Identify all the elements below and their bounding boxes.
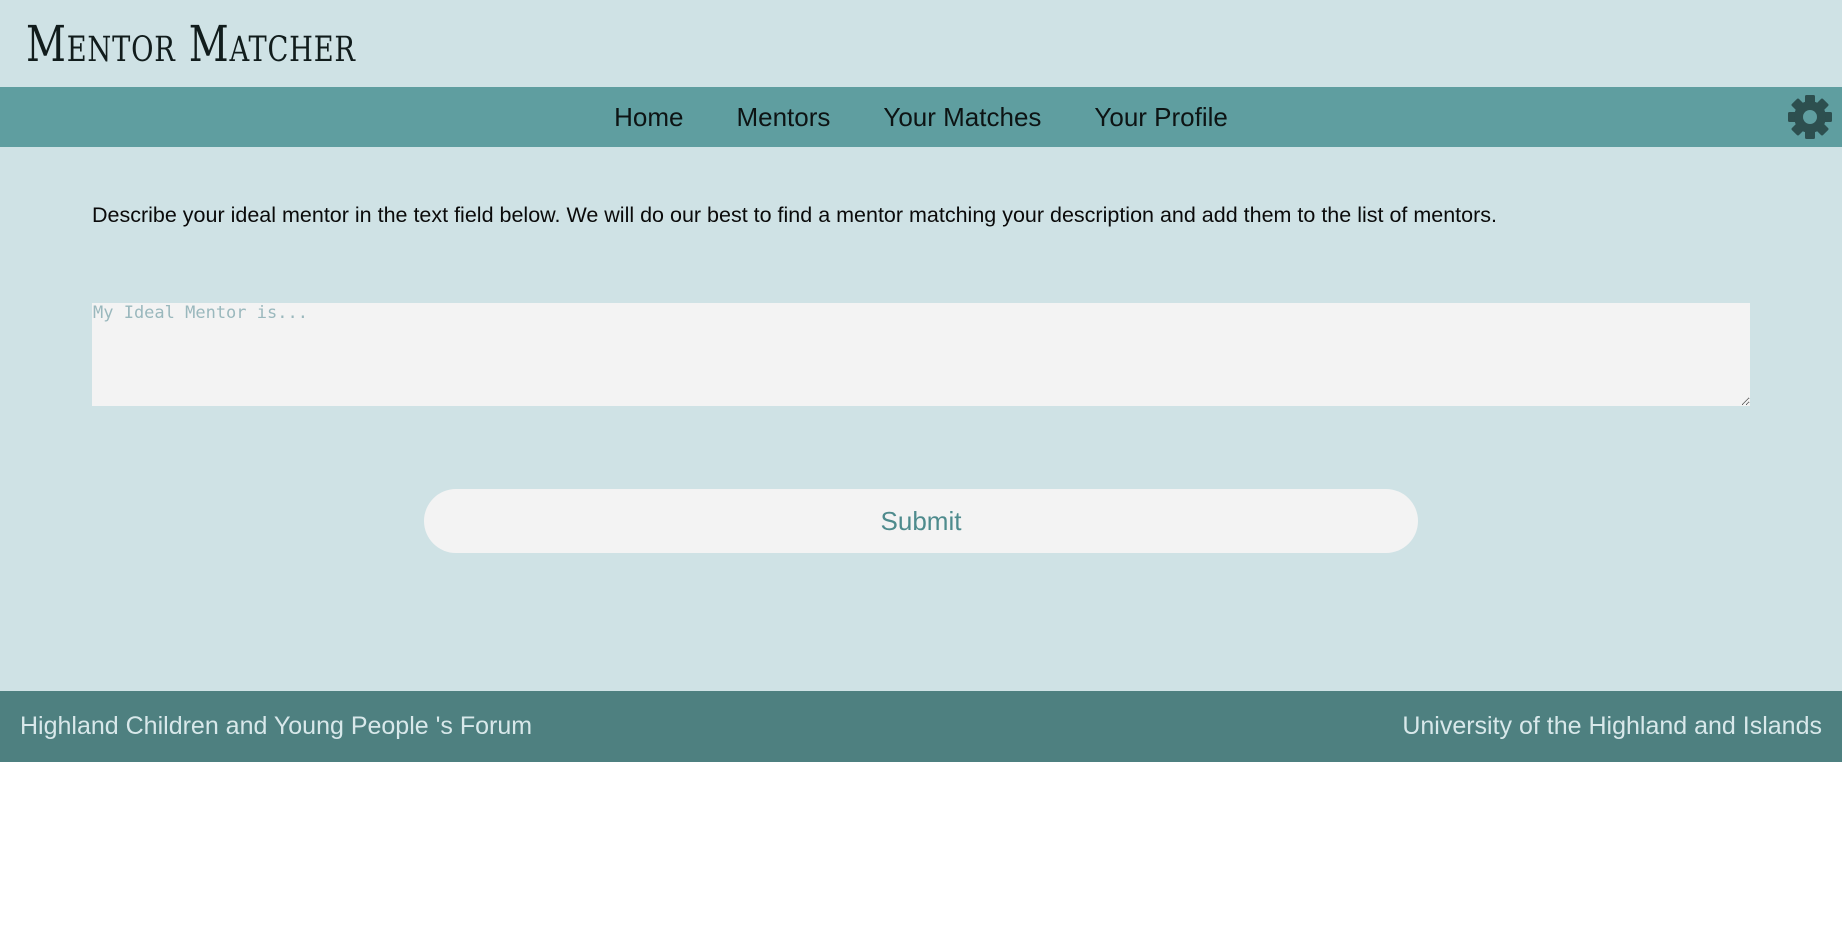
nav-item-your-matches[interactable]: Your Matches bbox=[883, 102, 1041, 133]
nav-item-your-profile[interactable]: Your Profile bbox=[1094, 102, 1227, 133]
submit-button[interactable]: Submit bbox=[424, 489, 1418, 553]
ideal-mentor-input[interactable] bbox=[92, 303, 1750, 406]
main-content: Describe your ideal mentor in the text f… bbox=[0, 147, 1842, 691]
nav-links: Home Mentors Your Matches Your Profile bbox=[0, 87, 1842, 147]
nav-item-home[interactable]: Home bbox=[614, 102, 683, 133]
app-title: Mentor Matcher bbox=[26, 15, 356, 73]
main-nav: Home Mentors Your Matches Your Profile bbox=[0, 87, 1842, 147]
site-header: Mentor Matcher bbox=[0, 0, 1842, 87]
intro-text: Describe your ideal mentor in the text f… bbox=[92, 203, 1497, 227]
settings-button[interactable] bbox=[1784, 91, 1836, 143]
nav-item-mentors[interactable]: Mentors bbox=[736, 102, 830, 133]
footer-forum-text: Highland Children and Young People 's Fo… bbox=[20, 712, 533, 740]
gear-icon bbox=[1788, 95, 1832, 139]
site-footer: Highland Children and Young People 's Fo… bbox=[0, 691, 1842, 762]
footer-university-text: University of the Highland and Islands bbox=[1402, 712, 1822, 740]
page: Mentor Matcher Home Mentors Your Matches… bbox=[0, 0, 1842, 940]
